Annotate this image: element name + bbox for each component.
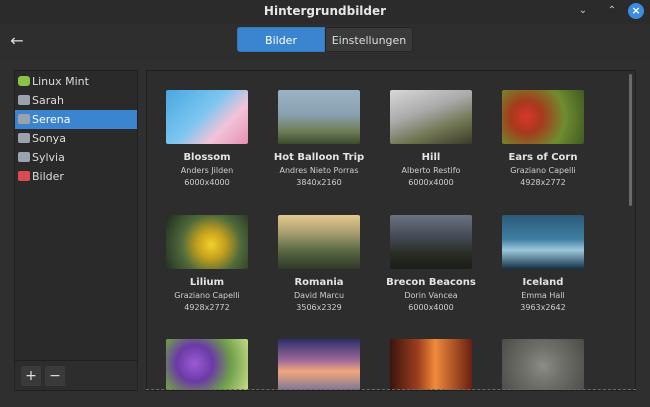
back-button[interactable]: ← — [6, 30, 28, 52]
wallpaper-name: Iceland — [522, 277, 564, 288]
wallpaper-tile-sea[interactable] — [263, 339, 375, 390]
window-title: Hintergrundbilder — [263, 4, 387, 18]
wallpaper-resolution: 6000x4000 — [408, 303, 454, 312]
wallpaper-author: Dorin Vancea — [404, 291, 458, 300]
minimize-icon[interactable]: ⌄ — [574, 2, 592, 20]
wallpaper-thumbnail[interactable] — [278, 215, 360, 269]
sidebar-item-linux-mint[interactable]: Linux Mint — [15, 72, 137, 91]
wallpaper-tile-lilac[interactable] — [151, 339, 263, 390]
wallpaper-author: Graziano Capelli — [510, 166, 576, 175]
tab-einstellungen[interactable]: Einstellungen — [325, 27, 413, 52]
wallpaper-resolution: 3963x2642 — [520, 303, 566, 312]
wallpaper-tile-iceland[interactable]: Iceland Emma Hall 3963x2642 — [487, 215, 599, 337]
wallpaper-resolution: 4928x2772 — [184, 303, 230, 312]
add-folder-button[interactable]: + — [21, 366, 41, 386]
wallpaper-grid: Blossom Anders Jilden 6000x4000 Hot Ball… — [146, 70, 636, 391]
wallpaper-thumbnail[interactable] — [166, 339, 248, 390]
wallpaper-thumbnail[interactable] — [278, 90, 360, 144]
folder-icon — [18, 133, 30, 143]
wallpaper-tile-hill[interactable]: Hill Alberto Restifo 6000x4000 — [375, 90, 487, 212]
wallpaper-thumbnail[interactable] — [390, 90, 472, 144]
wallpaper-name: Brecon Beacons — [386, 277, 476, 288]
sidebar-item-label: Sarah — [32, 94, 64, 107]
wallpaper-author: Emma Hall — [521, 291, 565, 300]
wallpaper-thumbnail[interactable] — [502, 90, 584, 144]
sidebar-item-sarah[interactable]: Sarah — [15, 91, 137, 110]
folder-icon — [18, 152, 30, 162]
wallpaper-thumbnail[interactable] — [166, 90, 248, 144]
sidebar-item-label: Serena — [32, 113, 71, 126]
grid-bottom-edge — [146, 389, 636, 390]
wallpaper-tile-stones[interactable] — [487, 339, 599, 390]
sidebar-item-label: Sylvia — [32, 151, 65, 164]
wallpaper-tile-hot-balloon-trip[interactable]: Hot Balloon Trip Andres Nieto Porras 384… — [263, 90, 375, 212]
wallpaper-name: Lilium — [189, 277, 225, 288]
wallpaper-name: Romania — [294, 277, 344, 288]
wallpaper-resolution: 4928x2772 — [520, 178, 566, 187]
wallpaper-resolution: 6000x4000 — [408, 178, 454, 187]
header-bar: ← Bilder Einstellungen — [0, 24, 650, 60]
wallpaper-thumbnail[interactable] — [390, 339, 472, 390]
wallpaper-name: Blossom — [183, 152, 231, 163]
sidebar-item-label: Linux Mint — [32, 75, 89, 88]
sidebar-item-label: Sonya — [32, 132, 66, 145]
wallpaper-thumbnail[interactable] — [166, 215, 248, 269]
wallpaper-resolution: 6000x4000 — [184, 178, 230, 187]
sidebar-item-bilder[interactable]: Bilder — [15, 167, 137, 186]
close-icon[interactable]: × — [628, 3, 644, 19]
wallpaper-thumbnail[interactable] — [502, 339, 584, 390]
wallpaper-author: Anders Jilden — [180, 166, 234, 175]
source-sidebar: Linux Mint Sarah Serena Sonya Sylvia Bil… — [14, 70, 138, 391]
wallpaper-name: Hill — [421, 152, 441, 163]
arrow-left-icon: ← — [10, 31, 24, 50]
sidebar-item-label: Bilder — [32, 170, 64, 183]
wallpaper-resolution: 3840x2160 — [296, 178, 342, 187]
wallpaper-author: Alberto Restifo — [401, 166, 461, 175]
wallpaper-name: Hot Balloon Trip — [273, 152, 365, 163]
wallpaper-tile-lilium[interactable]: Lilium Graziano Capelli 4928x2772 — [151, 215, 263, 337]
folder-icon — [18, 114, 30, 124]
pictures-icon — [18, 171, 30, 181]
window-titlebar: Hintergrundbilder ⌄ ⌃ × — [0, 0, 650, 24]
linux-mint-icon — [18, 76, 30, 86]
wallpaper-name: Ears of Corn — [508, 152, 578, 163]
wallpaper-thumbnail[interactable] — [502, 215, 584, 269]
wallpaper-author: Graziano Capelli — [174, 291, 240, 300]
wallpaper-author: Andres Nieto Porras — [279, 166, 359, 175]
wallpaper-tile-brecon-beacons[interactable]: Brecon Beacons Dorin Vancea 6000x4000 — [375, 215, 487, 337]
sidebar-item-sylvia[interactable]: Sylvia — [15, 148, 137, 167]
remove-folder-button[interactable]: − — [45, 366, 65, 386]
grid-scrollbar[interactable] — [629, 74, 632, 206]
sidebar-item-sonya[interactable]: Sonya — [15, 129, 137, 148]
tab-bilder[interactable]: Bilder — [237, 27, 325, 52]
wallpaper-tile-romania[interactable]: Romania David Marcu 3506x2329 — [263, 215, 375, 337]
sidebar-footer: + − — [15, 360, 137, 390]
wallpaper-thumbnail[interactable] — [390, 215, 472, 269]
wallpaper-tile-canyon[interactable] — [375, 339, 487, 390]
wallpaper-resolution: 3506x2329 — [296, 303, 342, 312]
sidebar-item-serena[interactable]: Serena — [15, 110, 137, 129]
wallpaper-author: David Marcu — [293, 291, 345, 300]
maximize-icon[interactable]: ⌃ — [603, 2, 621, 20]
wallpaper-tile-blossom[interactable]: Blossom Anders Jilden 6000x4000 — [151, 90, 263, 212]
wallpaper-thumbnail[interactable] — [278, 339, 360, 390]
folder-icon — [18, 95, 30, 105]
wallpaper-tile-ears-of-corn[interactable]: Ears of Corn Graziano Capelli 4928x2772 — [487, 90, 599, 212]
